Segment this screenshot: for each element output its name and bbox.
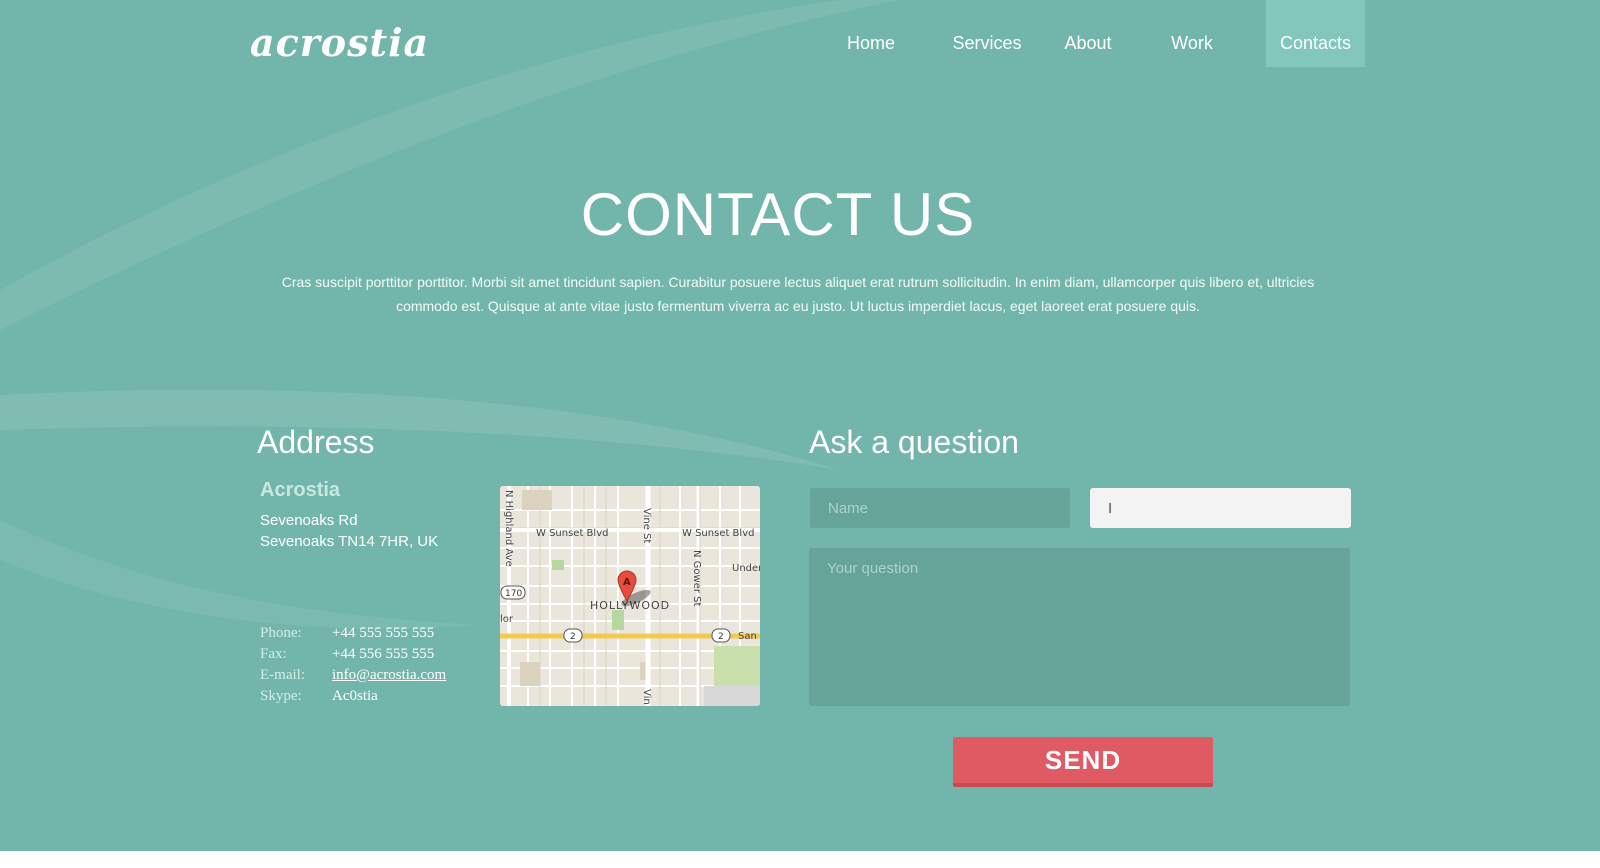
- company-name: Acrostia: [260, 479, 341, 501]
- intro-text: Cras suscipit porttitor porttitor. Morbi…: [281, 274, 1315, 314]
- map-label-highland: N Highland Ave: [503, 490, 514, 567]
- nav-work[interactable]: Work: [1166, 0, 1218, 67]
- route-2-shield-east: 2: [711, 628, 731, 643]
- map-label-san: San: [738, 631, 757, 642]
- route-2-label-west: 2: [570, 632, 576, 642]
- fax-value: +44 556 555 555: [332, 646, 435, 662]
- email-field[interactable]: [1090, 488, 1351, 528]
- route-2-shield-west: 2: [563, 628, 583, 643]
- background-swoosh: [0, 0, 900, 629]
- logo[interactable]: acrostia: [250, 20, 429, 65]
- skype-value: Ac0stia: [332, 688, 378, 704]
- address-street: Sevenoaks Rd: [260, 512, 358, 529]
- nav-contacts[interactable]: Contacts: [1266, 0, 1365, 67]
- nav-services[interactable]: Services: [950, 0, 1024, 67]
- email-label: E-mail:: [260, 667, 305, 683]
- phone-value: +44 555 555 555: [332, 625, 435, 641]
- map-label-sunset-west: W Sunset Blvd: [536, 528, 608, 539]
- map-graphic: W Sunset Blvd W Sunset Blvd N Highland A…: [500, 486, 760, 706]
- map-label-sunset-east: W Sunset Blvd: [682, 528, 754, 539]
- map-label-vine-south: Vin: [641, 689, 652, 705]
- nav-about[interactable]: About: [1060, 0, 1116, 67]
- page-title: CONTACT US: [580, 181, 976, 248]
- send-button[interactable]: SEND: [953, 737, 1213, 787]
- page-bottom-edge: [0, 851, 1600, 868]
- map-label-vine: Vine St: [641, 508, 652, 543]
- route-2-label-east: 2: [718, 632, 724, 642]
- location-map[interactable]: W Sunset Blvd W Sunset Blvd N Highland A…: [500, 486, 760, 706]
- map-label-lor: lor: [500, 614, 514, 625]
- map-label-gower: N Gower St: [691, 550, 702, 606]
- route-170-label: 170: [505, 589, 522, 599]
- address-city: Sevenoaks TN14 7HR, UK: [260, 533, 439, 550]
- address-heading: Address: [257, 424, 375, 460]
- email-link[interactable]: info@acrostia.com: [332, 667, 446, 684]
- route-170-shield: 170: [500, 585, 526, 600]
- nav-home[interactable]: Home: [828, 0, 914, 67]
- fax-label: Fax:: [260, 646, 287, 662]
- map-marker-label: A: [623, 577, 631, 588]
- name-field[interactable]: [810, 488, 1070, 528]
- skype-label: Skype:: [260, 688, 302, 704]
- question-field[interactable]: [809, 548, 1350, 706]
- map-label-under: Under: [732, 563, 760, 574]
- ask-heading: Ask a question: [809, 424, 1019, 460]
- phone-label: Phone:: [260, 625, 302, 641]
